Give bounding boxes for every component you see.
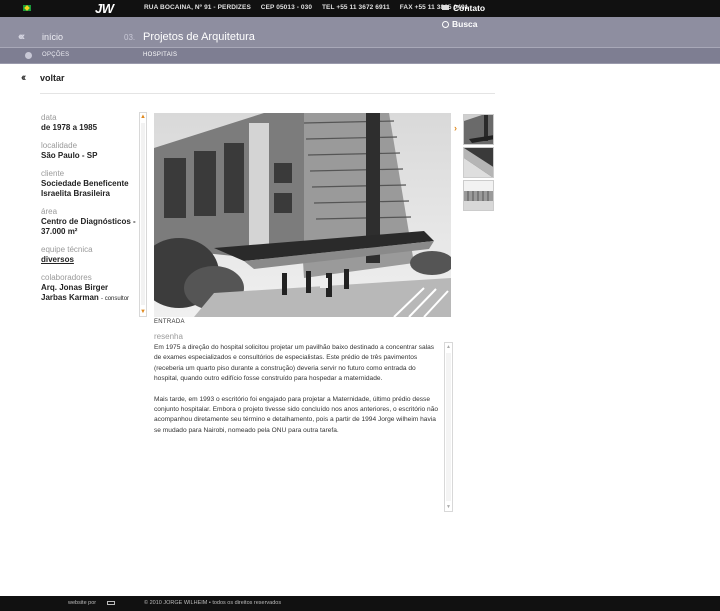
- search-icon: [442, 21, 449, 28]
- area-line-1: Centro de Diagnósticos -: [41, 217, 136, 226]
- cliente-line-1: Sociedade Beneficente: [41, 179, 129, 188]
- scroll-track[interactable]: [446, 353, 451, 501]
- scroll-up-icon[interactable]: ▲: [445, 343, 452, 351]
- area-label: área: [41, 207, 58, 216]
- resenha-scrollbar[interactable]: ▲ ▼: [444, 342, 453, 512]
- colaboradores-label: colaboradores: [41, 273, 92, 282]
- area-line-2: 37.000 m²: [41, 227, 78, 236]
- scroll-down-icon[interactable]: ▼: [445, 503, 452, 511]
- resenha-paragraph-2: Mais tarde, em 1993 o escritório foi eng…: [154, 395, 439, 434]
- localidade-value: São Paulo - SP: [41, 151, 98, 160]
- brazil-flag-icon[interactable]: [23, 5, 31, 11]
- nav-bar: Busca ‹‹‹ início 03. Projetos de Arquite…: [0, 17, 720, 47]
- resenha-label: resenha: [154, 332, 183, 341]
- busca-link[interactable]: Busca: [442, 19, 478, 29]
- address-tel: TEL +55 11 3672 6911: [321, 4, 390, 11]
- project-info: data de 1978 a 1985 localidade São Paulo…: [41, 113, 137, 312]
- divider: [40, 93, 495, 94]
- copyright: © 2010 JORGE WILHEIM • todos os direitos…: [144, 600, 282, 606]
- voltar-link[interactable]: voltar: [40, 73, 65, 83]
- scroll-down-icon[interactable]: ▼: [140, 308, 146, 316]
- scroll-up-icon[interactable]: ▲: [140, 113, 146, 121]
- current-category[interactable]: HOSPITAIS: [143, 52, 177, 58]
- thumbnail-2[interactable]: [463, 147, 494, 178]
- resenha-text: Em 1975 a direção do hospital solicitou …: [154, 343, 440, 446]
- colaboradores-value: Arq. Jonas Birger Jarbas Karman - consul…: [41, 283, 137, 304]
- thumbnail-image: [464, 115, 493, 144]
- home-arrows-icon[interactable]: ‹‹‹: [18, 31, 25, 43]
- section-number: 03.: [124, 33, 136, 42]
- cliente-line-2: Israelita Brasileira: [41, 189, 110, 198]
- busca-label: Busca: [452, 19, 478, 29]
- cliente-value: Sociedade Beneficente Israelita Brasilei…: [41, 179, 137, 199]
- project-photo: [154, 113, 451, 317]
- info-scrollbar[interactable]: ▲ ▼: [139, 112, 147, 317]
- colaborador-2-name: Jarbas Karman: [41, 293, 99, 302]
- subnav-divider: [0, 63, 720, 64]
- colaborador-1: Arq. Jonas Birger: [41, 283, 109, 292]
- area-value: Centro de Diagnósticos - 37.000 m²: [41, 217, 137, 237]
- localidade-label: localidade: [41, 141, 78, 150]
- footer: website por © 2010 JORGE WILHEIM • todos…: [0, 596, 720, 611]
- section-title: Projetos de Arquitetura: [143, 31, 255, 43]
- equipe-label: equipe técnica: [41, 245, 93, 254]
- scroll-track[interactable]: [141, 123, 145, 305]
- contato-link[interactable]: Contato: [442, 3, 485, 13]
- thumbnail-3[interactable]: [463, 180, 494, 211]
- envelope-icon: [442, 5, 449, 10]
- thumbnail-image: [464, 148, 493, 177]
- colaborador-2: Jarbas Karman - consultor: [41, 293, 137, 304]
- developer-logo-icon[interactable]: [107, 601, 115, 605]
- back-arrow-icon[interactable]: ‹‹: [21, 72, 27, 84]
- hospital-building-image: [154, 113, 451, 317]
- address-cep: CEP 05013 - 030: [260, 4, 313, 11]
- sub-nav: OPÇÕES HOSPITAIS: [0, 47, 720, 63]
- photo-caption: ENTRADA: [154, 319, 185, 325]
- equipe-link[interactable]: diversos: [41, 255, 137, 265]
- website-by-label: website por: [68, 600, 97, 606]
- colaborador-2-role: - consultor: [101, 296, 130, 302]
- resenha-paragraph-1: Em 1975 a direção do hospital solicitou …: [154, 344, 435, 383]
- top-bar: JW RUA BOCAINA, Nº 91 - PERDIZES CEP 050…: [0, 0, 720, 17]
- opcoes-link[interactable]: OPÇÕES: [42, 52, 69, 58]
- options-icon[interactable]: [25, 52, 32, 59]
- cliente-label: cliente: [41, 169, 65, 178]
- site-logo[interactable]: JW: [95, 1, 114, 16]
- thumbnail-1[interactable]: [463, 114, 494, 145]
- data-value: de 1978 a 1985: [41, 123, 98, 132]
- contato-label: Contato: [453, 3, 486, 13]
- next-photo-icon[interactable]: ›: [454, 123, 457, 133]
- inicio-link[interactable]: início: [42, 32, 63, 42]
- contact-address: RUA BOCAINA, Nº 91 - PERDIZES CEP 05013 …: [144, 4, 476, 11]
- data-label: data: [41, 113, 57, 122]
- address-street: RUA BOCAINA, Nº 91 - PERDIZES: [144, 4, 251, 11]
- thumbnail-image: [464, 181, 493, 210]
